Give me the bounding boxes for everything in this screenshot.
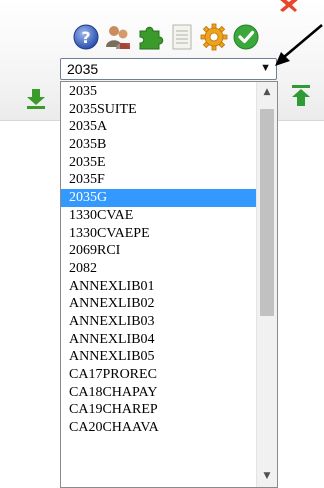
annotation-arrow-icon xyxy=(275,24,323,66)
dropdown-option[interactable]: 2082 xyxy=(61,260,256,278)
dropdown-option[interactable]: 2069RCI xyxy=(61,242,256,260)
scroll-down-arrow-icon[interactable]: ▼ xyxy=(257,468,277,485)
dropdown-option[interactable]: ANNEXLIB03 xyxy=(61,313,256,331)
dropdown-option[interactable]: 2035 xyxy=(61,83,256,101)
dropdown-option[interactable]: CA19CHAREP xyxy=(61,401,256,419)
dropdown-option[interactable]: 1330CVAEPE xyxy=(61,225,256,243)
form-select[interactable]: 2035 ▼ xyxy=(60,58,277,80)
upload-arrow-icon[interactable] xyxy=(289,84,313,108)
users-icon[interactable] xyxy=(104,23,132,51)
dropdown-option[interactable]: 2035A xyxy=(61,118,256,136)
dropdown-option[interactable]: 2035F xyxy=(61,171,256,189)
dropdown-option[interactable]: CA17PROREC xyxy=(61,366,256,384)
puzzle-icon[interactable] xyxy=(136,23,164,51)
scroll-up-arrow-icon[interactable]: ▲ xyxy=(257,84,277,101)
dropdown-option[interactable]: ANNEXLIB05 xyxy=(61,348,256,366)
help-icon[interactable]: ? xyxy=(72,23,100,51)
dropdown-option[interactable]: 2035SUITE xyxy=(61,101,256,119)
dropdown-option[interactable]: CA20CHAAVA xyxy=(61,419,256,437)
select-value: 2035 xyxy=(67,61,99,77)
dropdown-option[interactable]: 1330CVAE xyxy=(61,207,256,225)
dropdown-option[interactable]: CA18CHAPAY xyxy=(61,384,256,402)
dropdown-option[interactable]: 2035E xyxy=(61,154,256,172)
dropdown-option[interactable]: 2035G xyxy=(61,189,256,207)
download-arrow-icon[interactable] xyxy=(24,86,48,110)
dropdown-list[interactable]: 2035 2035SUITE 2035A 2035B 2035E 2035F 2035G 13… xyxy=(60,81,278,488)
dropdown-option[interactable]: ANNEXLIB04 xyxy=(61,331,256,349)
scrollbar[interactable]: ▲ ▼ xyxy=(256,82,277,487)
close-icon[interactable] xyxy=(278,0,300,12)
dropdown-option[interactable]: ANNEXLIB02 xyxy=(61,295,256,313)
dropdown-options: 2035 2035SUITE 2035A 2035B 2035E 2035F 2035G 13… xyxy=(61,83,256,437)
scrollbar-thumb[interactable] xyxy=(260,109,274,316)
toolbar: ? xyxy=(72,23,260,51)
dropdown-option[interactable]: 2035B xyxy=(61,136,256,154)
checkmark-icon[interactable] xyxy=(232,23,260,51)
document-icon[interactable] xyxy=(168,23,196,51)
svg-text:?: ? xyxy=(81,28,90,47)
settings-gear-icon[interactable] xyxy=(200,23,228,51)
dropdown-option[interactable]: ANNEXLIB01 xyxy=(61,278,256,296)
